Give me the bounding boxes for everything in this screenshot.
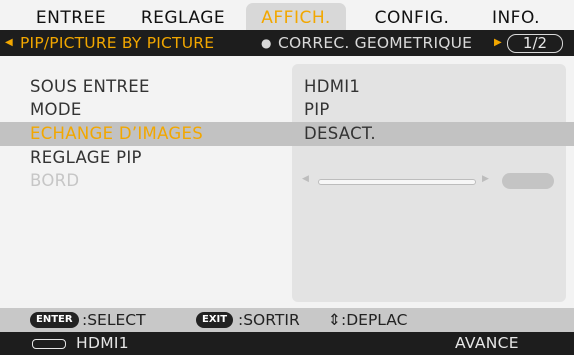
submenu-current[interactable]: PIP/PICTURE BY PICTURE xyxy=(20,30,214,56)
tab-info[interactable]: INFO. xyxy=(474,6,558,30)
menu-row-sous-entree[interactable]: SOUS ENTREE HDMI1 xyxy=(0,75,574,99)
status-source: HDMI1 xyxy=(76,334,129,352)
submenu-next[interactable]: CORREC. GEOMETRIQUE xyxy=(278,30,472,56)
help-sortir: :SORTIR xyxy=(238,311,300,329)
separator-dot-icon: ● xyxy=(261,36,272,50)
status-level: AVANCE xyxy=(455,334,519,352)
tab-affich[interactable]: AFFICH. xyxy=(246,3,346,30)
projector-osd: ENTREE REGLAGE AFFICH. CONFIG. INFO. ◀ P… xyxy=(0,0,574,355)
tab-reglage[interactable]: REGLAGE xyxy=(128,6,238,30)
tab-entree[interactable]: ENTREE xyxy=(18,6,124,30)
menu-label: MODE xyxy=(30,100,82,119)
border-slider-track xyxy=(318,179,476,185)
page-indicator: 1/2 xyxy=(507,34,563,53)
submenu-bar: ◀ PIP/PICTURE BY PICTURE ● CORREC. GEOME… xyxy=(0,30,574,56)
menu-label: SOUS ENTREE xyxy=(30,77,150,96)
triangle-left-icon[interactable]: ◀ xyxy=(5,30,13,56)
help-bar: ENTER :SELECT EXIT :SORTIR ⇕:DEPLAC xyxy=(0,308,574,332)
settings-panel: SOUS ENTREE HDMI1 MODE PIP ECHANGE D’IMA… xyxy=(0,56,574,308)
menu-value: PIP xyxy=(304,100,330,119)
tab-config[interactable]: CONFIG. xyxy=(360,6,464,30)
border-slider-value-box xyxy=(502,173,554,189)
menu-label: BORD xyxy=(30,171,80,190)
menu-row-echange-d-images[interactable]: ECHANGE D’IMAGES DESACT. xyxy=(0,122,574,146)
status-bar: HDMI1 AVANCE xyxy=(0,332,574,355)
menu-value: DESACT. xyxy=(304,124,376,143)
menu-value: HDMI1 xyxy=(304,77,361,96)
triangle-right-icon[interactable]: ▶ xyxy=(494,30,502,56)
hdmi-connector-icon xyxy=(32,339,66,349)
menu-row-reglage-pip[interactable]: REGLAGE PIP xyxy=(0,146,574,170)
menu-row-bord: BORD ◀ ▶ xyxy=(0,169,574,193)
help-deplac: ⇕:DEPLAC xyxy=(328,311,408,329)
exit-key-badge: EXIT xyxy=(196,312,234,328)
menu-row-mode[interactable]: MODE PIP xyxy=(0,98,574,122)
enter-key-badge: ENTER xyxy=(30,312,79,328)
slider-left-arrow-icon: ◀ xyxy=(302,174,309,184)
slider-right-arrow-icon: ▶ xyxy=(482,174,489,184)
menu-tab-bar: ENTREE REGLAGE AFFICH. CONFIG. INFO. xyxy=(0,0,574,30)
help-select: :SELECT xyxy=(82,311,146,329)
menu-label: ECHANGE D’IMAGES xyxy=(30,124,203,143)
menu-label: REGLAGE PIP xyxy=(30,148,142,167)
